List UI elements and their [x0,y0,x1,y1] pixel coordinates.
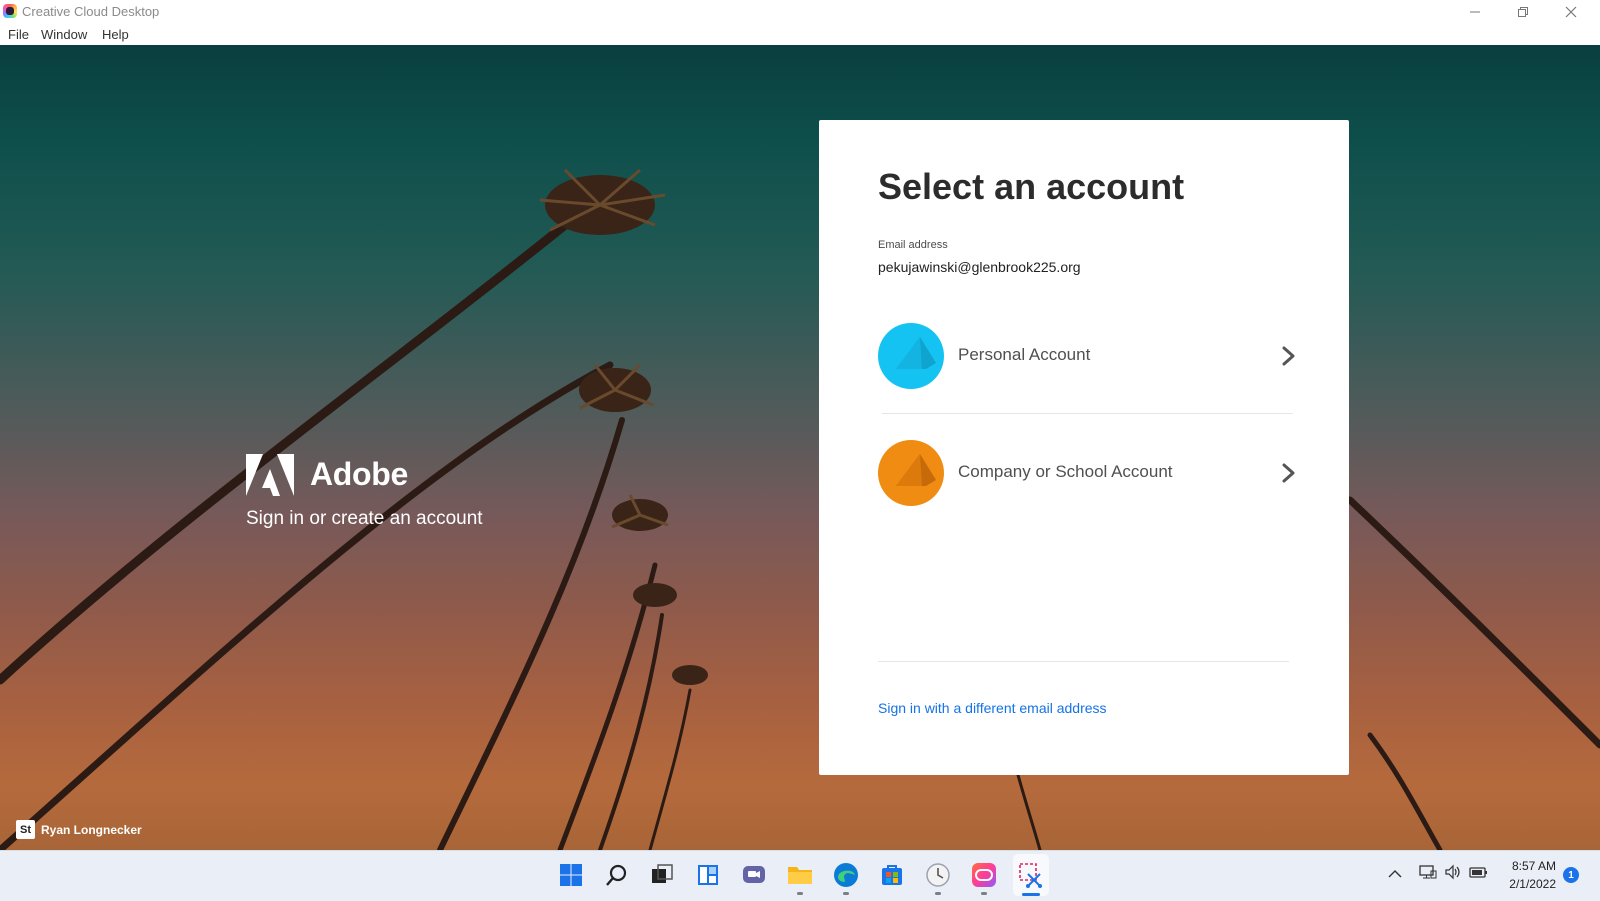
tray-chevron-icon[interactable] [1388,866,1402,882]
chat-icon[interactable] [739,860,769,890]
battery-icon[interactable] [1469,864,1489,883]
menu-help[interactable]: Help [102,27,129,42]
close-button[interactable] [1548,0,1594,24]
search-icon[interactable] [602,860,632,890]
notification-badge[interactable]: 1 [1563,867,1579,883]
company-account-icon [878,440,944,506]
snipping-tool-icon[interactable] [1016,860,1046,896]
photo-credit: St Ryan Longnecker [16,820,142,839]
clock-time[interactable]: 8:57 AM [1500,859,1556,873]
company-account-option[interactable]: Company or School Account [878,438,1298,508]
personal-account-label: Personal Account [958,345,1091,364]
minimize-button[interactable] [1452,0,1498,24]
different-email-link[interactable]: Sign in with a different email address [878,700,1107,716]
brand-tagline: Sign in or create an account [246,508,483,529]
edge-icon[interactable] [831,860,861,895]
divider [882,413,1293,414]
clock-app-icon[interactable] [923,860,953,895]
volume-icon[interactable] [1444,864,1462,883]
adobe-wordmark: Adobe [310,456,409,492]
menu-bar: File Window Help [0,24,1600,46]
menu-file[interactable]: File [8,27,29,42]
adobe-stock-icon: St [16,820,35,839]
divider [878,661,1289,662]
chevron-right-icon [1282,346,1295,366]
file-explorer-icon[interactable] [785,860,815,895]
personal-account-icon [878,323,944,389]
widgets-icon[interactable] [693,860,723,890]
network-icon[interactable] [1419,864,1437,883]
windows-start-icon[interactable] [556,860,586,890]
company-account-label: Company or School Account [958,462,1173,481]
dialog-title: Select an account [878,166,1185,207]
email-label: Email address [878,239,948,251]
menu-window[interactable]: Window [41,27,87,42]
creative-cloud-app-icon [3,4,17,18]
clock-date[interactable]: 2/1/2022 [1500,877,1556,891]
creative-cloud-icon[interactable] [969,860,999,895]
taskbar: 8:57 AM 2/1/2022 1 [0,850,1600,901]
chevron-right-icon [1282,463,1295,483]
restore-button[interactable] [1500,0,1546,24]
select-account-dialog: Select an account Email address pekujawi… [819,120,1349,775]
personal-account-option[interactable]: Personal Account [878,321,1298,391]
background-photo: Adobe Sign in or create an account St Ry… [0,45,1600,850]
photo-credit-name: Ryan Longnecker [41,822,142,837]
task-view-icon[interactable] [647,860,677,890]
email-value: pekujawinski@glenbrook225.org [878,259,1081,275]
store-icon[interactable] [877,860,907,890]
title-bar: Creative Cloud Desktop [0,0,1600,24]
adobe-logo-icon [246,454,294,496]
window-title: Creative Cloud Desktop [22,4,160,19]
